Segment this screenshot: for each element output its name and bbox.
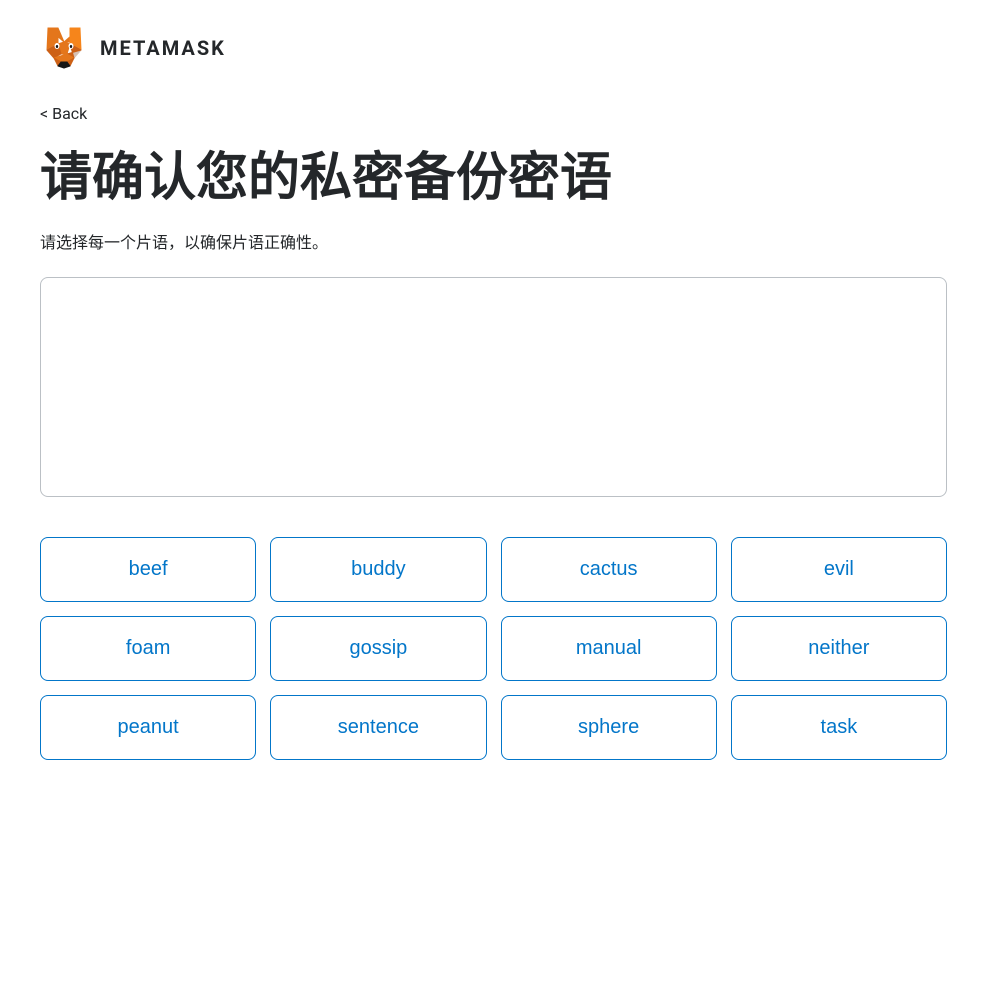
word-button-sphere[interactable]: sphere — [501, 695, 717, 760]
word-button-beef[interactable]: beef — [40, 537, 256, 602]
word-button-peanut[interactable]: peanut — [40, 695, 256, 760]
metamask-logo-text: METAMASK — [100, 36, 226, 60]
page-title: 请确认您的私密备份密语 — [40, 147, 947, 209]
metamask-logo-icon — [40, 24, 88, 72]
word-button-gossip[interactable]: gossip — [270, 616, 486, 681]
word-button-foam[interactable]: foam — [40, 616, 256, 681]
word-button-sentence[interactable]: sentence — [270, 695, 486, 760]
word-button-buddy[interactable]: buddy — [270, 537, 486, 602]
word-grid: beefbuddycactusevil foamgossipmanualneith… — [40, 537, 947, 760]
header: METAMASK — [0, 0, 987, 88]
word-button-evil[interactable]: evil — [731, 537, 947, 602]
back-link[interactable]: < Back — [0, 96, 127, 131]
word-button-task[interactable]: task — [731, 695, 947, 760]
page-subtitle: 请选择每一个片语，以确保片语正确性。 — [40, 229, 947, 253]
word-button-neither[interactable]: neither — [731, 616, 947, 681]
word-button-cactus[interactable]: cactus — [501, 537, 717, 602]
main-content: 请确认您的私密备份密语 请选择每一个片语，以确保片语正确性。 beefbuddy… — [0, 131, 987, 800]
phrase-display-area — [40, 277, 947, 497]
back-label: < Back — [40, 104, 87, 123]
word-button-manual[interactable]: manual — [501, 616, 717, 681]
